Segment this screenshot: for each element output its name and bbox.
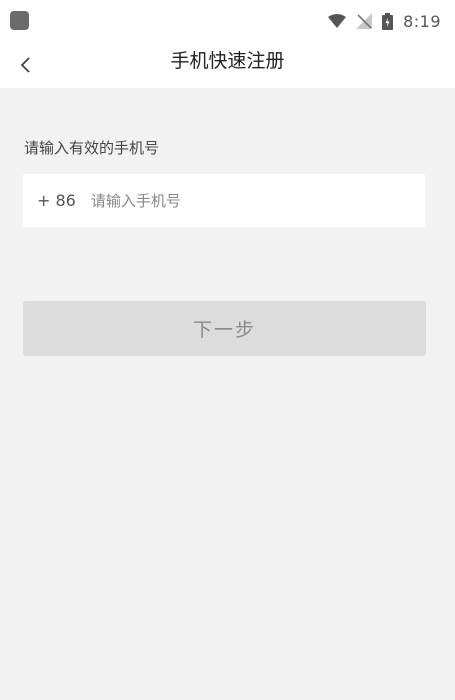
wifi-icon	[328, 14, 347, 28]
nav-bar: 手机快速注册	[0, 42, 455, 88]
phone-field[interactable]: + 86	[23, 174, 425, 227]
page-title: 手机快速注册	[170, 50, 285, 72]
battery-icon	[382, 12, 394, 30]
app-indicator-icon	[10, 11, 29, 30]
no-signal-icon	[356, 13, 373, 29]
status-bar: 8:19	[0, 0, 455, 42]
phone-input[interactable]	[88, 179, 425, 222]
phone-label: 请输入有效的手机号	[24, 139, 160, 157]
status-time: 8:19	[403, 11, 441, 31]
status-icons: 8:19	[328, 10, 441, 32]
country-code[interactable]: + 86	[37, 191, 76, 210]
next-step-button[interactable]: 下一步	[23, 301, 426, 356]
